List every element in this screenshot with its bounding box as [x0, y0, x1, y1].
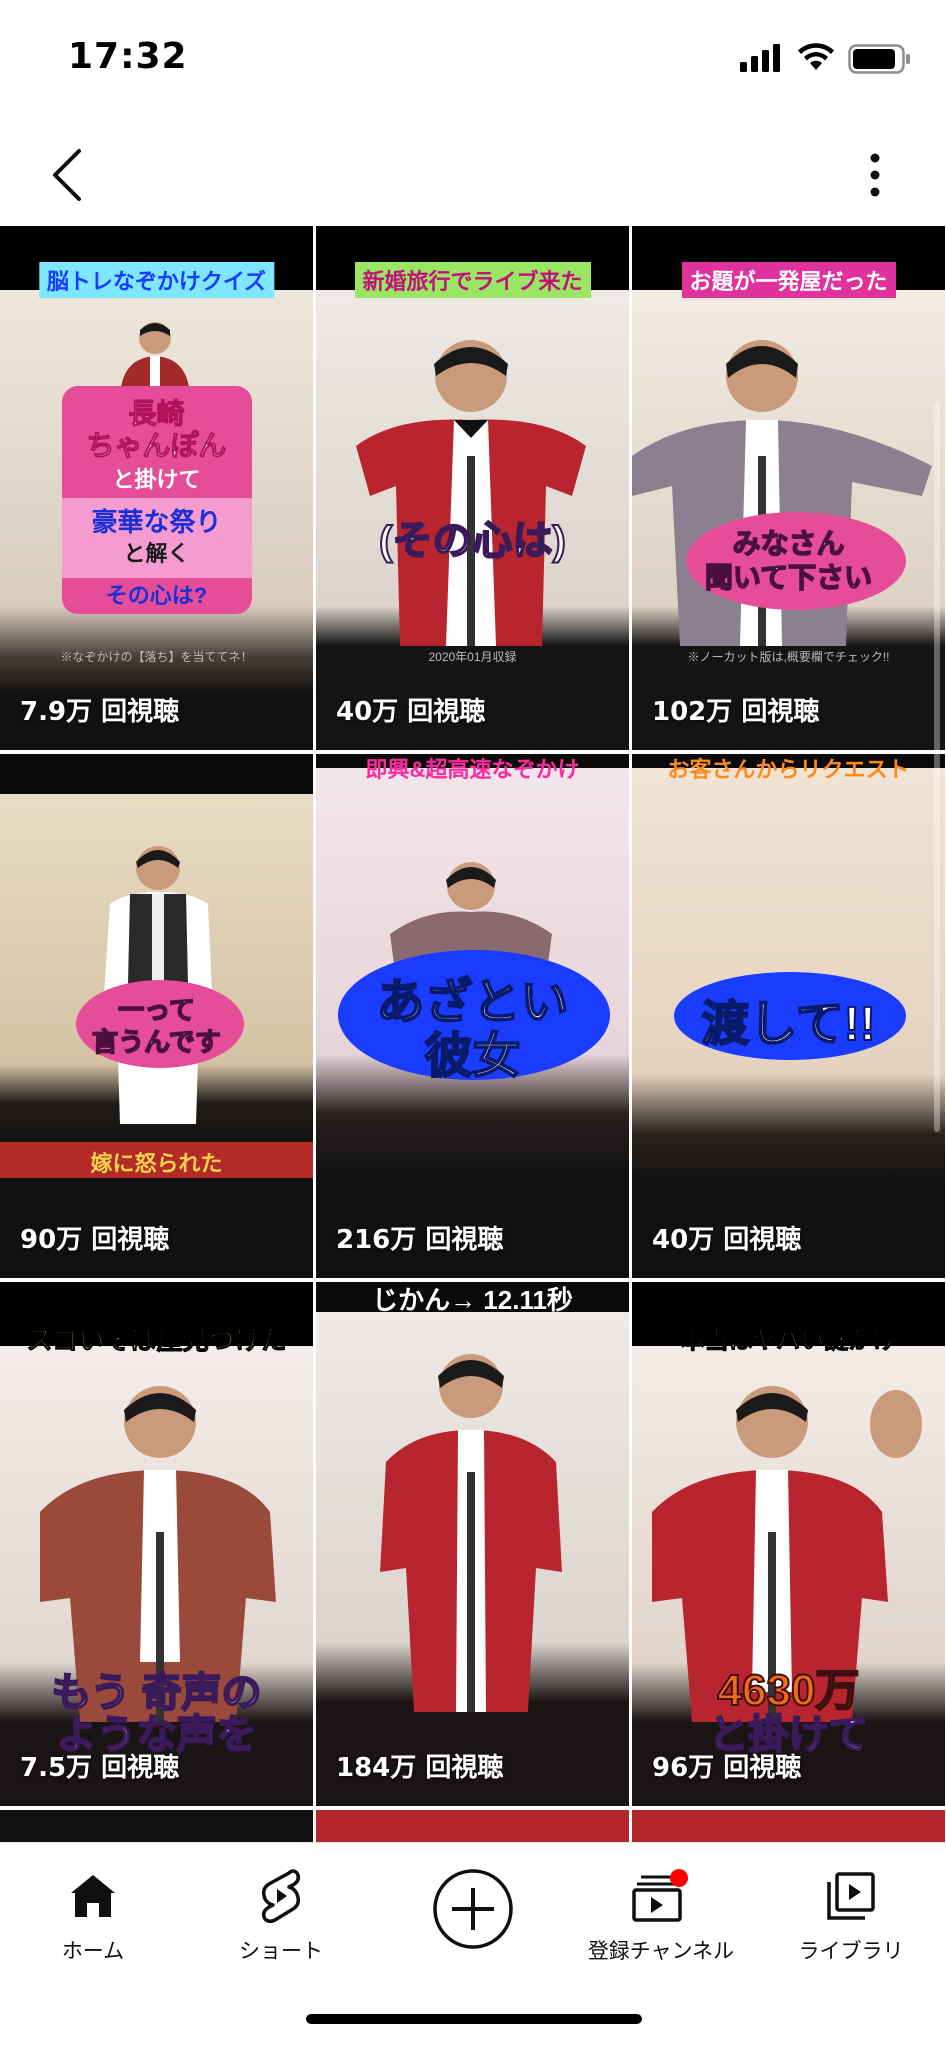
home-icon [71, 1875, 115, 1917]
nav-subscriptions-label: 登録チャンネル [587, 1939, 735, 1963]
short-video-tile[interactable]: 一って 言うんです 嫁に怒られた 90万 回視聴 [0, 754, 313, 1278]
thumbnail-headline: じかん→ 12.11秒 [372, 1285, 573, 1315]
view-count: 216万 回視聴 [336, 1225, 504, 1255]
view-count: 96万 回視聴 [652, 1753, 802, 1783]
thumbnail-headline: 本当はヤバい謎かけ [680, 1327, 897, 1355]
thumbnail-headline: スゴいそば屋見つけた [26, 1325, 287, 1356]
wifi-icon [798, 43, 834, 70]
status-bar: 17:32 [0, 0, 946, 118]
notification-dot [670, 1869, 688, 1887]
chevron-left-icon [53, 149, 81, 201]
thumbnail-headline: 即興&超高速なぞかけ [365, 757, 580, 782]
short-video-tile[interactable]: 本当はヤバい謎かけ 4630万 と掛けて 96万 回視聴 [632, 1282, 945, 1806]
caption-line: 言うんです [91, 1026, 221, 1058]
library-icon [827, 1872, 875, 1920]
short-video-tile[interactable]: 新婚旅行でライブ来た (その心は) 2020年01月収録 40万 回視聴 [316, 226, 629, 750]
nav-home-label: ホーム [61, 1939, 125, 1963]
thumbnail-note: ※ノーカット版は,概要欄でチェック!! [687, 650, 890, 664]
scrollbar[interactable] [934, 402, 940, 1132]
top-app-bar [0, 118, 946, 226]
short-video-tile[interactable]: じかん→ 12.11秒 184万 回視聴 [316, 1282, 629, 1806]
nav-shorts[interactable]: ショート [196, 1863, 366, 1983]
caption-line: と掛けて [112, 467, 201, 492]
caption-line: 豪華な祭り [91, 507, 222, 537]
more-options-button[interactable] [848, 140, 902, 210]
shorts-grid: 脳トレなぞかけクイズ 長崎 ちゃんぽん と掛けて 豪華な祭り と解く その心は?… [0, 226, 946, 1842]
nav-shorts-label: ショート [239, 1939, 323, 1963]
back-button[interactable] [36, 140, 96, 210]
nav-home[interactable]: ホーム [8, 1863, 178, 1983]
comedian-figure [120, 322, 190, 396]
comedian-figure [380, 1354, 562, 1712]
nav-library[interactable]: ライブラリ [766, 1863, 936, 1983]
thumbnail-note: ※なぞかけの【落ち】を当ててネ！ [60, 650, 253, 664]
more-vertical-icon [870, 153, 880, 197]
caption-line: (その心は) [378, 518, 567, 564]
caption-line: その心は? [105, 583, 208, 608]
subscriptions-icon [632, 1869, 688, 1922]
view-count: 7.5万 回視聴 [20, 1753, 180, 1783]
nav-subscriptions[interactable]: 登録チャンネル [576, 1863, 746, 1983]
view-count: 184万 回視聴 [336, 1753, 504, 1783]
short-video-tile[interactable]: お題が一発屋だった みなさん 聞いて下さい ※ノーカット版は,概要欄でチェック!… [632, 226, 945, 750]
comedian-figure [356, 340, 586, 646]
create-plus-icon [433, 1869, 513, 1949]
view-count: 40万 回視聴 [336, 697, 486, 727]
short-video-tile[interactable]: スゴいそば屋見つけた もう 奇声の ような声を 7.5万 回視聴 [0, 1282, 313, 1806]
status-time: 17:32 [68, 36, 188, 77]
view-count: 40万 回視聴 [652, 1225, 802, 1255]
home-indicator[interactable] [306, 2014, 642, 2024]
shorts-icon [261, 1869, 301, 1923]
nav-create[interactable] [388, 1863, 558, 1983]
caption-line: ちゃんぽん [86, 430, 227, 462]
caption-line: と解く [123, 541, 190, 566]
caption-line: 渡して!! [700, 997, 877, 1052]
thumbnail-headline: 脳トレなぞかけクイズ [38, 262, 275, 298]
thumbnail-headline: お題が一発屋だった [681, 262, 896, 298]
thumbnail-headline: 新婚旅行でライブ来た [354, 262, 591, 298]
thumbnail-headline: お客さんからリクエスト [667, 757, 910, 782]
view-count: 102万 回視聴 [652, 697, 820, 727]
short-video-tile[interactable]: 脳トレなぞかけクイズ 長崎 ちゃんぽん と掛けて 豪華な祭り と解く その心は?… [0, 226, 313, 750]
caption-line: 彼女 [423, 1029, 521, 1084]
short-video-tile[interactable]: 即興&超高速なぞかけ あざとい 彼女 216万 回視聴 [316, 754, 629, 1278]
battery-icon [848, 44, 910, 74]
short-video-tile[interactable]: お客さんからリクエスト 渡して!! 40万 回視聴 [632, 754, 945, 1278]
cellular-signal-icon [740, 44, 780, 72]
caption-line: 聞いて下さい [704, 561, 873, 594]
short-video-tile[interactable] [632, 1810, 945, 1842]
comedian-figure [104, 846, 212, 1124]
thumbnail-note: 2020年01月収録 [428, 650, 517, 664]
short-video-tile[interactable] [0, 1810, 313, 1842]
view-count: 90万 回視聴 [20, 1225, 170, 1255]
view-count: 7.9万 回視聴 [20, 697, 180, 727]
caption-line: 嫁に怒られた [90, 1151, 223, 1176]
nav-library-label: ライブラリ [798, 1939, 904, 1963]
short-video-tile[interactable] [316, 1810, 629, 1842]
